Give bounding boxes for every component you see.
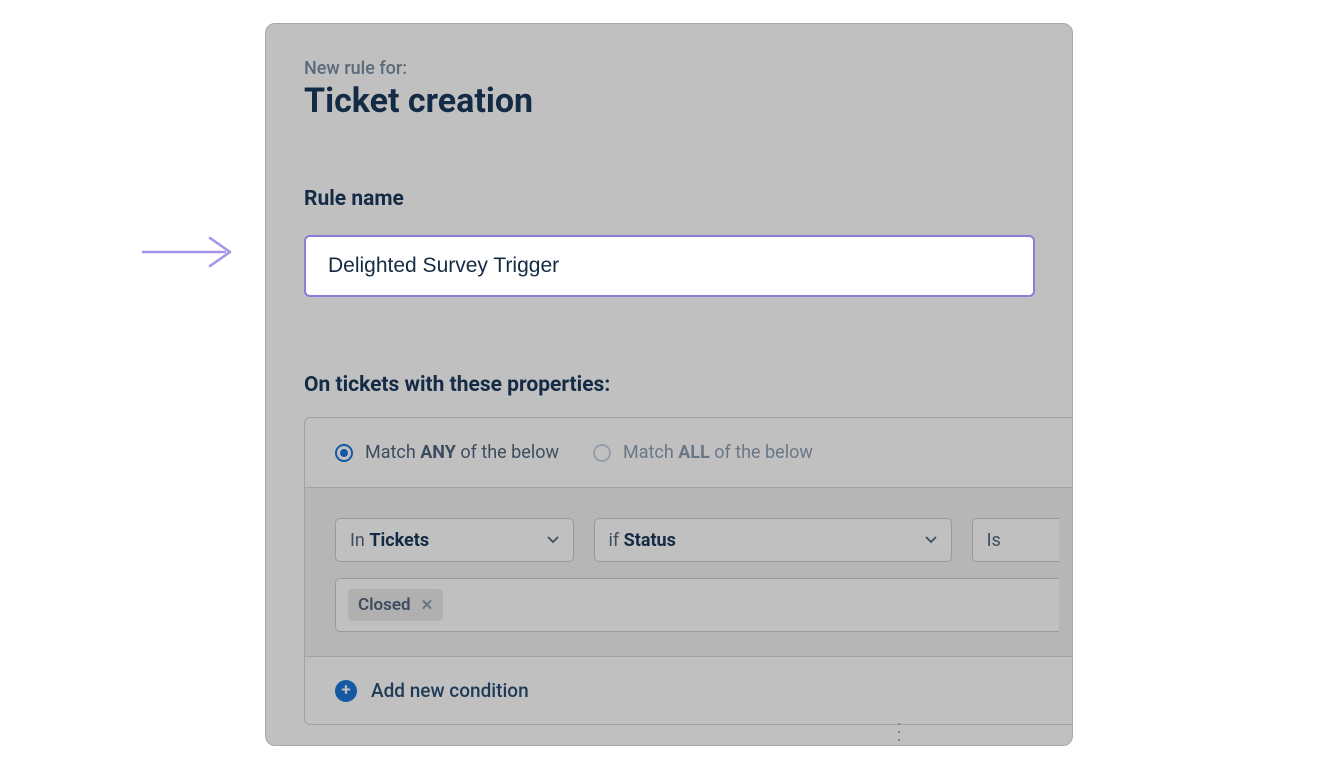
value-chip: Closed ✕ — [348, 589, 443, 621]
chip-remove-icon[interactable]: ✕ — [421, 596, 434, 614]
rule-name-label: Rule name — [304, 187, 1072, 211]
radio-icon — [335, 444, 353, 462]
add-condition-label: Add new condition — [371, 679, 529, 702]
callout-arrow — [140, 232, 240, 272]
match-all-label: Match ALL of the below — [623, 442, 813, 463]
chip-label: Closed — [358, 595, 411, 615]
panel-subtitle: New rule for: — [304, 58, 1072, 79]
chevron-down-icon — [925, 536, 937, 544]
match-all-radio[interactable]: Match ALL of the below — [593, 442, 813, 463]
properties-section-label: On tickets with these properties: — [304, 373, 1072, 397]
conditions-container: Match ANY of the below Match ALL of the … — [304, 417, 1073, 725]
condition-row: In Tickets if Status Is — [305, 488, 1073, 578]
rule-editor-panel: New rule for: Ticket creation Rule name … — [265, 23, 1073, 746]
operator-dropdown[interactable]: Is — [972, 518, 1059, 562]
condition-value-input[interactable]: Closed ✕ — [335, 578, 1059, 632]
match-any-label: Match ANY of the below — [365, 442, 559, 463]
condition-values-row: Closed ✕ — [305, 578, 1073, 657]
panel-title: Ticket creation — [304, 81, 1072, 121]
field-dropdown[interactable]: if Status — [594, 518, 952, 562]
radio-icon — [593, 444, 611, 462]
match-any-radio[interactable]: Match ANY of the below — [335, 442, 559, 463]
chevron-down-icon — [547, 536, 559, 544]
scope-dropdown[interactable]: In Tickets — [335, 518, 574, 562]
add-condition-button[interactable]: + Add new condition — [305, 657, 1073, 724]
resize-handle-icon — [898, 723, 904, 741]
plus-circle-icon: + — [335, 680, 357, 702]
match-mode-row: Match ANY of the below Match ALL of the … — [305, 418, 1073, 488]
rule-name-input[interactable] — [304, 235, 1035, 297]
